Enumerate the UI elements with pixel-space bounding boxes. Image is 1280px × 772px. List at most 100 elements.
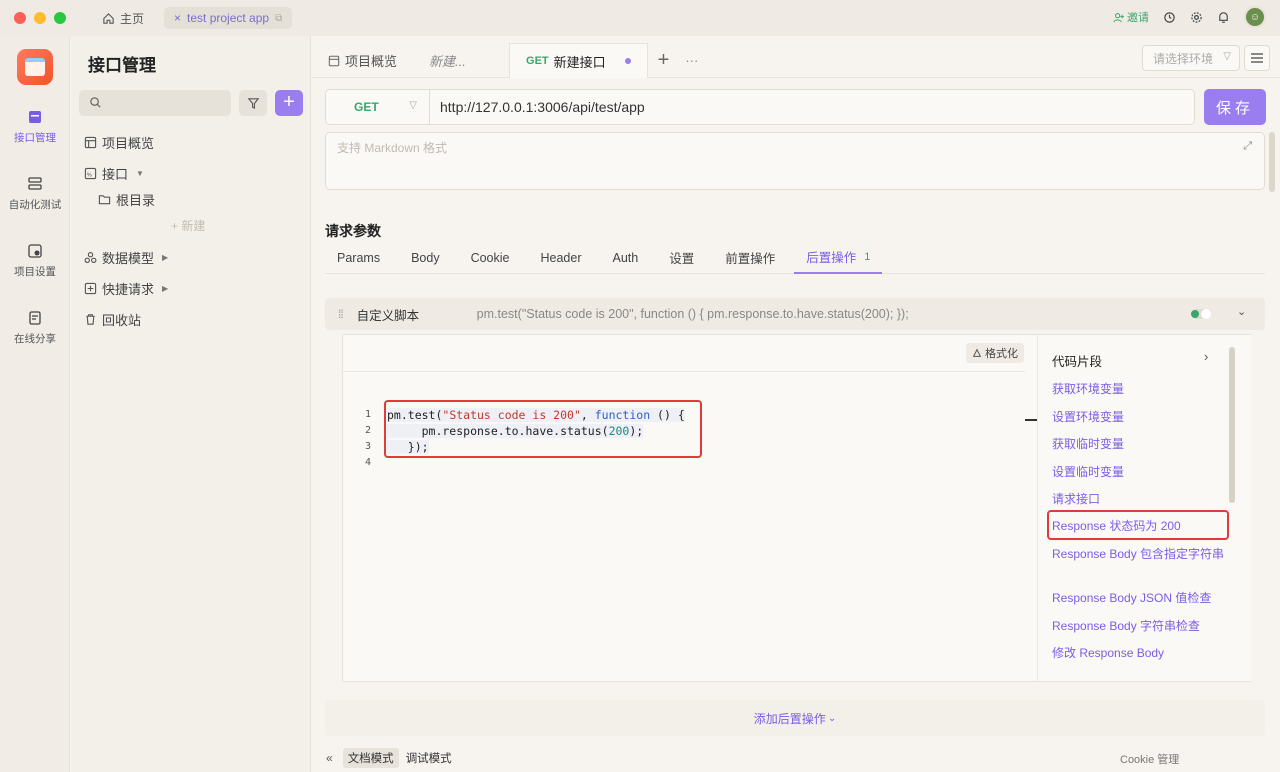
- api-icon: %: [84, 167, 97, 180]
- gear-icon[interactable]: [1190, 11, 1203, 24]
- snippet-item[interactable]: 设置临时变量: [1052, 464, 1227, 480]
- line-number: 1: [364, 409, 371, 420]
- rail-item-project-settings[interactable]: 项目设置: [0, 243, 70, 279]
- add-tab-button[interactable]: +: [648, 49, 680, 72]
- tab-new-api[interactable]: GET 新建接口: [509, 43, 648, 78]
- tab-params[interactable]: Params: [325, 242, 392, 274]
- url-input[interactable]: http://127.0.0.1:3006/api/test/app: [430, 99, 645, 115]
- sidebar-item-overview[interactable]: 项目概览: [84, 133, 154, 152]
- close-tab-icon[interactable]: ×: [174, 11, 181, 25]
- left-rail: 接口管理 自动化测试 项目设置 在线分享: [0, 36, 70, 772]
- snippet-item[interactable]: 获取环境变量: [1052, 381, 1227, 397]
- new-item-button[interactable]: + 新建: [171, 217, 205, 234]
- sync-icon[interactable]: [1163, 11, 1176, 24]
- sidebar-item-quick-request[interactable]: 快捷请求 ▶: [84, 279, 168, 298]
- code-highlight-box: [384, 400, 702, 458]
- description-textarea[interactable]: 支持 Markdown 格式 ⤢: [325, 132, 1265, 190]
- snippet-item[interactable]: 获取临时变量: [1052, 436, 1227, 452]
- chevron-right-icon[interactable]: ›: [1204, 349, 1208, 364]
- snippet-item[interactable]: Response Body 字符串检查: [1052, 618, 1227, 634]
- add-post-op-button[interactable]: 添加后置操作 ⌄: [325, 700, 1265, 736]
- enable-toggle[interactable]: [1191, 309, 1211, 319]
- sidebar-item-trash[interactable]: 回收站: [84, 310, 141, 329]
- invite-button[interactable]: 邀请: [1113, 9, 1149, 25]
- snippet-item[interactable]: 修改 Response Body: [1052, 645, 1227, 661]
- script-preview: pm.test("Status code is 200", function (…: [476, 307, 909, 321]
- caret-down-icon[interactable]: ▼: [136, 169, 144, 178]
- snippet-item[interactable]: 请求接口: [1052, 491, 1227, 507]
- add-button[interactable]: +: [275, 90, 303, 116]
- sidebar-item-label: 回收站: [102, 313, 142, 328]
- filter-icon: [247, 97, 259, 109]
- param-tabs: Params Body Cookie Header Auth 设置 前置操作 后…: [325, 242, 1265, 274]
- url-bar: GET ▽ http://127.0.0.1:3006/api/test/app: [325, 89, 1195, 125]
- save-button[interactable]: 保存: [1204, 89, 1266, 125]
- tab-auth[interactable]: Auth: [601, 242, 651, 274]
- caret-right-icon[interactable]: ▶: [162, 284, 168, 293]
- rail-item-automation[interactable]: 自动化测试: [0, 176, 70, 212]
- scrollbar[interactable]: [1229, 347, 1235, 503]
- code-editor[interactable]: 1 2 3 4 pm.test("Status code is 200", fu…: [343, 371, 1025, 681]
- sidebar-item-api[interactable]: % 接口 ▼: [84, 164, 144, 183]
- menu-button[interactable]: [1244, 45, 1270, 71]
- tab-settings[interactable]: 设置: [657, 242, 706, 274]
- bell-icon[interactable]: [1217, 11, 1230, 24]
- tab-body[interactable]: Body: [399, 242, 452, 274]
- snippet-item[interactable]: Response Body JSON 值检查: [1052, 590, 1227, 606]
- sidebar-item-data-model[interactable]: 数据模型 ▶: [84, 248, 168, 267]
- cookie-manager-button[interactable]: Cookie 管理: [1120, 751, 1179, 767]
- search-input[interactable]: [79, 90, 231, 116]
- tab-post-ops[interactable]: 后置操作 1: [794, 242, 883, 274]
- caret-right-icon[interactable]: ▶: [162, 253, 168, 262]
- method-select[interactable]: GET ▽: [326, 90, 430, 124]
- format-button[interactable]: 格式化: [966, 343, 1024, 363]
- tab-method-label: GET: [526, 55, 549, 67]
- tab-new[interactable]: 新建...: [413, 44, 509, 78]
- rail-item-online-share[interactable]: 在线分享: [0, 310, 70, 346]
- maximize-window-button[interactable]: [54, 12, 66, 24]
- scrollbar[interactable]: [1269, 132, 1275, 192]
- drag-handle-icon[interactable]: ⁞⁞: [338, 307, 344, 321]
- snippet-item[interactable]: Response Body 包含指定字符串: [1052, 546, 1227, 562]
- avatar[interactable]: ☺: [1244, 6, 1266, 28]
- snippet-item[interactable]: 设置环境变量: [1052, 409, 1227, 425]
- folder-icon: [98, 195, 111, 205]
- tab-project-overview[interactable]: 项目概览: [312, 44, 413, 78]
- more-tabs-icon[interactable]: ···: [679, 53, 704, 68]
- sidebar-item-label: 数据模型: [102, 251, 155, 266]
- description-placeholder: 支持 Markdown 格式: [337, 141, 448, 155]
- tab-header[interactable]: Header: [529, 242, 594, 274]
- environment-select[interactable]: 请选择环境 ▽: [1142, 45, 1240, 71]
- expand-icon[interactable]: ⤢: [1243, 140, 1252, 153]
- unsaved-dot-icon: [624, 58, 631, 64]
- tab-cookie[interactable]: Cookie: [459, 242, 522, 274]
- script-name: 自定义脚本: [356, 308, 420, 323]
- doc-mode-button[interactable]: 文档模式: [342, 748, 399, 768]
- app-logo-icon: [17, 49, 53, 85]
- project-tab[interactable]: × test project app ⧉: [164, 7, 293, 29]
- snippets-title: 代码片段: [1052, 355, 1103, 369]
- external-link-icon[interactable]: ⧉: [275, 13, 282, 24]
- title-bar: 主页 × test project app ⧉ 邀请 ☺: [0, 0, 1280, 36]
- sidebar-item-label: 根目录: [116, 193, 156, 208]
- chevron-down-icon[interactable]: ⌄: [1237, 305, 1246, 318]
- sidebar-title: 接口管理: [88, 56, 156, 75]
- rail-item-label: 在线分享: [14, 333, 56, 345]
- collapse-sidebar-icon[interactable]: «: [326, 751, 333, 765]
- minimize-window-button[interactable]: [34, 12, 46, 24]
- close-window-button[interactable]: [14, 12, 26, 24]
- filter-button[interactable]: [239, 90, 267, 116]
- tab-pre-ops[interactable]: 前置操作: [713, 242, 787, 274]
- tab-label: 新建...: [429, 54, 466, 69]
- home-tab[interactable]: 主页: [102, 10, 144, 27]
- chevron-down-icon: ▽: [409, 100, 417, 111]
- api-icon: [29, 111, 41, 123]
- rail-item-api-management[interactable]: 接口管理: [0, 109, 70, 145]
- debug-mode-button[interactable]: 调试模式: [401, 748, 457, 768]
- sidebar-item-root-folder[interactable]: 根目录: [98, 190, 155, 209]
- rail-item-label: 自动化测试: [8, 199, 62, 211]
- script-header[interactable]: ⁞⁞ 自定义脚本 pm.test("Status code is 200", f…: [325, 298, 1265, 330]
- overview-icon: [328, 55, 340, 66]
- line-number: 2: [364, 425, 371, 436]
- format-icon: [972, 348, 982, 357]
